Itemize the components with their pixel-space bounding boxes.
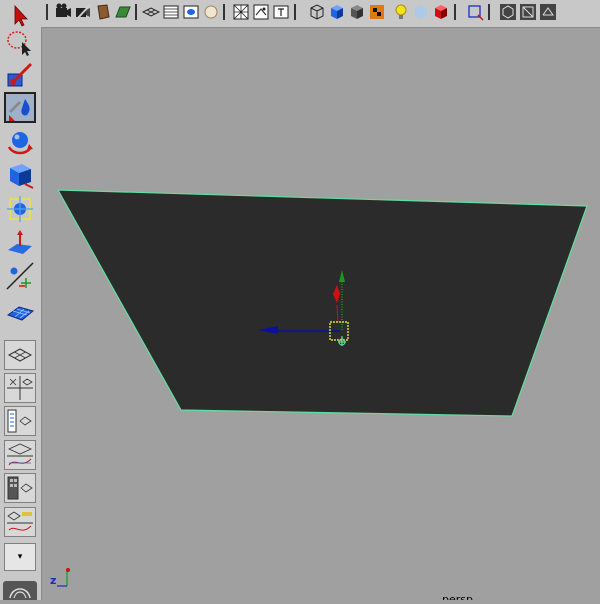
textured-button[interactable] — [368, 3, 386, 21]
perspective-viewport[interactable]: persp — [42, 28, 600, 600]
camera-attributes-icon — [76, 4, 91, 20]
2d-pan-zoom-icon — [142, 7, 160, 17]
field-chart-button[interactable] — [252, 3, 270, 21]
grid-button[interactable] — [162, 3, 180, 21]
image-plane-icon — [115, 6, 131, 18]
rotate-tool[interactable] — [4, 126, 36, 157]
axis-gizmo — [57, 568, 70, 587]
lights-icon — [395, 4, 407, 19]
xray-active-icon — [435, 5, 447, 19]
persp-trax-layout[interactable] — [4, 507, 36, 537]
layout-dropdown[interactable]: ▾ — [4, 543, 36, 571]
move-icon — [9, 98, 30, 121]
backface-button[interactable] — [499, 3, 517, 21]
trax-editor-icon — [7, 511, 33, 531]
universal-manipulator[interactable] — [4, 193, 36, 224]
graph-editor-icon — [7, 443, 33, 466]
gate-mask-button[interactable] — [232, 3, 250, 21]
default-material-button[interactable] — [348, 3, 366, 21]
motion-blur-icon — [540, 4, 556, 20]
camera-attributes-button[interactable] — [74, 3, 92, 21]
viewport-canvas — [56, 189, 588, 587]
resolution-gate-icon — [204, 5, 218, 19]
scale-tool[interactable] — [4, 159, 36, 190]
xray-button[interactable] — [412, 3, 430, 21]
default-material-icon — [351, 5, 363, 19]
last-tool[interactable] — [4, 296, 36, 327]
select-camera-icon — [56, 3, 71, 17]
hypershade-persp-layout[interactable] — [4, 473, 36, 503]
manip-icon — [6, 261, 34, 290]
smooth-shade-icon — [331, 5, 343, 19]
xray-active-button[interactable] — [432, 3, 450, 21]
xray-icon — [415, 5, 427, 19]
toolbar-separator — [135, 4, 137, 20]
hypershade-icon — [7, 476, 33, 500]
four-view-icon — [7, 376, 33, 400]
brush-icon — [7, 62, 33, 86]
arrow-icon — [14, 4, 28, 27]
smooth-shade-button[interactable] — [328, 3, 346, 21]
outliner-persp-layout[interactable] — [4, 406, 36, 436]
select-camera-button[interactable] — [54, 3, 72, 21]
plane-object[interactable] — [56, 189, 588, 417]
maya-logo — [2, 580, 38, 603]
bookmarks-button[interactable] — [94, 3, 112, 21]
toolbar-separator — [223, 4, 225, 20]
lasso-icon — [7, 30, 31, 56]
show-manipulator-tool[interactable] — [4, 260, 36, 291]
camera-label: persp — [442, 593, 473, 600]
soft-mod-tool[interactable] — [4, 227, 36, 258]
plane-icon — [6, 305, 35, 321]
resolution-gate-button[interactable] — [202, 3, 220, 21]
outliner-icon — [7, 409, 32, 433]
screen-space-ao-button[interactable] — [519, 3, 537, 21]
universal-manip-icon — [7, 195, 33, 222]
safe-action-icon — [273, 5, 289, 19]
film-gate-icon — [183, 5, 199, 19]
2d-pan-zoom-button[interactable] — [142, 3, 160, 21]
gate-mask-icon — [233, 4, 249, 20]
wireframe-icon — [310, 4, 324, 20]
textured-icon — [370, 5, 384, 19]
backface-icon — [500, 4, 516, 20]
isolate-select-button[interactable] — [466, 3, 484, 21]
toolbar-separator — [294, 4, 296, 20]
toolbox: ▾ — [0, 0, 42, 603]
paint-select-tool[interactable] — [4, 59, 36, 90]
isolate-select-icon — [468, 5, 484, 21]
maya-logo-icon — [3, 581, 37, 603]
film-gate-button[interactable] — [182, 3, 200, 21]
move-tool[interactable] — [4, 92, 36, 123]
rotate-icon — [7, 131, 33, 154]
toolbar-separator — [488, 4, 490, 20]
softmod-icon — [8, 229, 32, 254]
single-perspective-layout[interactable] — [4, 340, 36, 370]
field-chart-icon — [253, 4, 269, 20]
safe-action-button[interactable] — [272, 3, 290, 21]
chevron-down-icon: ▾ — [17, 552, 23, 562]
lights-button[interactable] — [392, 3, 410, 21]
bookmarks-icon — [97, 4, 110, 20]
image-plane-button[interactable] — [114, 3, 132, 21]
grid-icon — [163, 5, 179, 19]
four-view-layout[interactable] — [4, 373, 36, 403]
panel-toolbar — [41, 0, 600, 28]
toolbar-separator — [454, 4, 456, 20]
wireframe-button[interactable] — [308, 3, 326, 21]
perspective-view-icon — [7, 348, 33, 362]
axis-z-label: z — [50, 574, 57, 587]
screen-space-ao-icon — [520, 4, 536, 20]
persp-graph-layout[interactable] — [4, 440, 36, 470]
lasso-tool[interactable] — [4, 27, 36, 58]
motion-blur-button[interactable] — [539, 3, 557, 21]
scale-icon — [10, 163, 34, 189]
toolbar-separator — [46, 4, 48, 20]
